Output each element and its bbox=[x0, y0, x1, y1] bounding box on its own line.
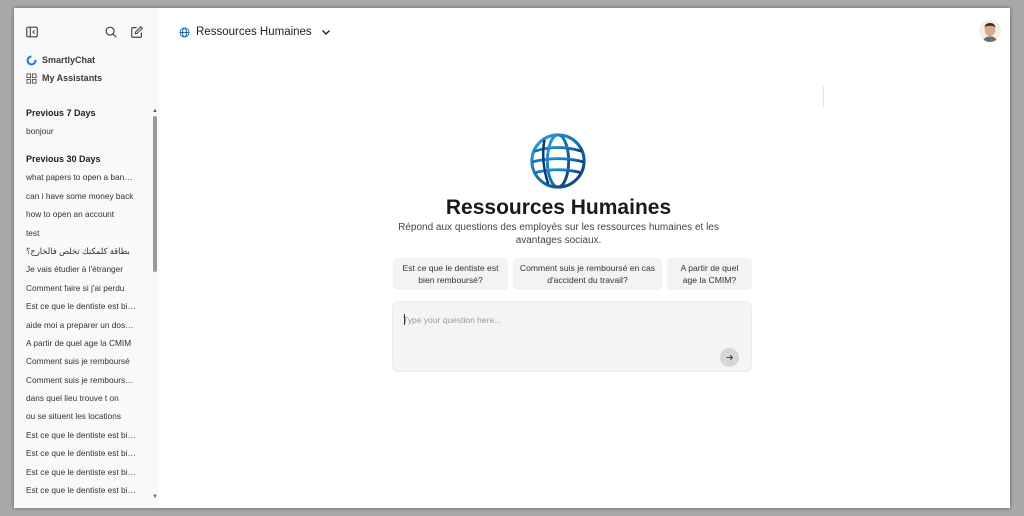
history-item[interactable]: Est ce que le dentiste est bien rembours… bbox=[14, 481, 136, 499]
history-item[interactable]: test bbox=[14, 224, 136, 242]
assistant-selector-title: Ressources Humaines bbox=[196, 26, 312, 38]
history-item[interactable]: how to open an account bbox=[14, 205, 136, 223]
app-window: SmartlyChat My Assistants Previous 7 Day… bbox=[14, 8, 1010, 508]
history-item[interactable]: Est ce que le dentiste est bien rembours… bbox=[14, 297, 136, 315]
history-item[interactable]: Comment suis je remboursé bbox=[14, 352, 136, 370]
my-assistants-label: My Assistants bbox=[42, 73, 103, 83]
sidebar-scrollbar[interactable]: ▲ ▼ bbox=[152, 108, 158, 500]
history-item[interactable]: Est ce que le dentiste est bien rembours… bbox=[14, 444, 136, 462]
history-item[interactable]: Est ce que le dentiste est bien rembours… bbox=[14, 463, 136, 481]
sidebar-toggle-icon bbox=[26, 26, 38, 38]
sidebar: SmartlyChat My Assistants Previous 7 Day… bbox=[14, 8, 159, 508]
question-input[interactable] bbox=[403, 312, 703, 328]
scroll-thumb[interactable] bbox=[153, 116, 157, 272]
divider bbox=[823, 86, 824, 108]
history-item[interactable]: aide moi a preparer un dossier bbox=[14, 316, 136, 334]
suggestion-button[interactable]: Comment suis je remboursé en cas d'accid… bbox=[513, 258, 662, 290]
user-avatar-icon bbox=[979, 20, 1001, 42]
suggestion-button[interactable]: A partir de quel age la CMIM? bbox=[667, 258, 752, 290]
section-title-previous-7-days: Previous 7 Days bbox=[26, 108, 96, 118]
scroll-down-icon[interactable]: ▼ bbox=[152, 494, 158, 500]
history-item[interactable]: Est ce que le dentiste est bien rembours… bbox=[14, 426, 136, 444]
history-item[interactable]: bonjour bbox=[14, 122, 136, 140]
history-item[interactable]: بطاقة كلمكتك تخلص فالخارج؟ bbox=[14, 242, 136, 260]
history-item[interactable]: A partir de quel age la CMIM bbox=[14, 334, 136, 352]
scroll-up-icon[interactable]: ▲ bbox=[152, 108, 158, 114]
assistant-name: Ressources Humaines bbox=[445, 196, 672, 219]
search-icon bbox=[105, 26, 117, 38]
smartlychat-label: SmartlyChat bbox=[42, 55, 96, 65]
main-panel: Ressources Humaines Ressources Humaines … bbox=[159, 8, 1010, 508]
chevron-down-icon bbox=[321, 30, 330, 35]
question-composer bbox=[392, 301, 752, 372]
smartlychat-link[interactable]: SmartlyChat bbox=[26, 52, 95, 68]
sidebar-toolbar bbox=[14, 8, 159, 52]
text-caret bbox=[404, 314, 405, 325]
sidebar-toggle-button[interactable] bbox=[21, 21, 43, 43]
assistant-description: Répond aux questions des employés sur le… bbox=[398, 222, 719, 246]
new-chat-icon bbox=[131, 26, 143, 38]
avatar[interactable] bbox=[979, 20, 1001, 42]
history-item[interactable]: Comment faire si j'ai perdu bbox=[14, 279, 136, 297]
suggestion-button[interactable]: Est ce que le dentiste est bien rembours… bbox=[393, 258, 508, 290]
grid-icon bbox=[26, 72, 37, 84]
arrow-right-icon bbox=[726, 354, 734, 361]
globe-icon bbox=[179, 26, 190, 38]
history-item[interactable]: what papers to open a bank account bbox=[14, 168, 136, 186]
section-title-previous-30-days: Previous 30 Days bbox=[26, 154, 101, 165]
assistant-selector[interactable]: Ressources Humaines bbox=[179, 22, 332, 42]
assistant-globe-logo-icon bbox=[530, 133, 586, 189]
new-chat-button[interactable] bbox=[126, 21, 148, 43]
smartlychat-logo-icon bbox=[26, 55, 37, 66]
history-item[interactable]: Je vais étudier à l'étranger bbox=[14, 260, 136, 278]
history-item[interactable]: dans quel lieu trouve t on bbox=[14, 389, 136, 407]
my-assistants-link[interactable]: My Assistants bbox=[26, 70, 102, 86]
history-item[interactable]: Comment suis je remboursé en cas bbox=[14, 371, 136, 389]
history-item[interactable]: ou se situent les locations bbox=[14, 407, 136, 425]
search-button[interactable] bbox=[100, 21, 122, 43]
history-item[interactable]: can i have some money back bbox=[14, 187, 136, 205]
send-button[interactable] bbox=[720, 348, 739, 367]
chat-history: Previous 7 Days bonjour Previous 30 Days… bbox=[14, 104, 152, 508]
